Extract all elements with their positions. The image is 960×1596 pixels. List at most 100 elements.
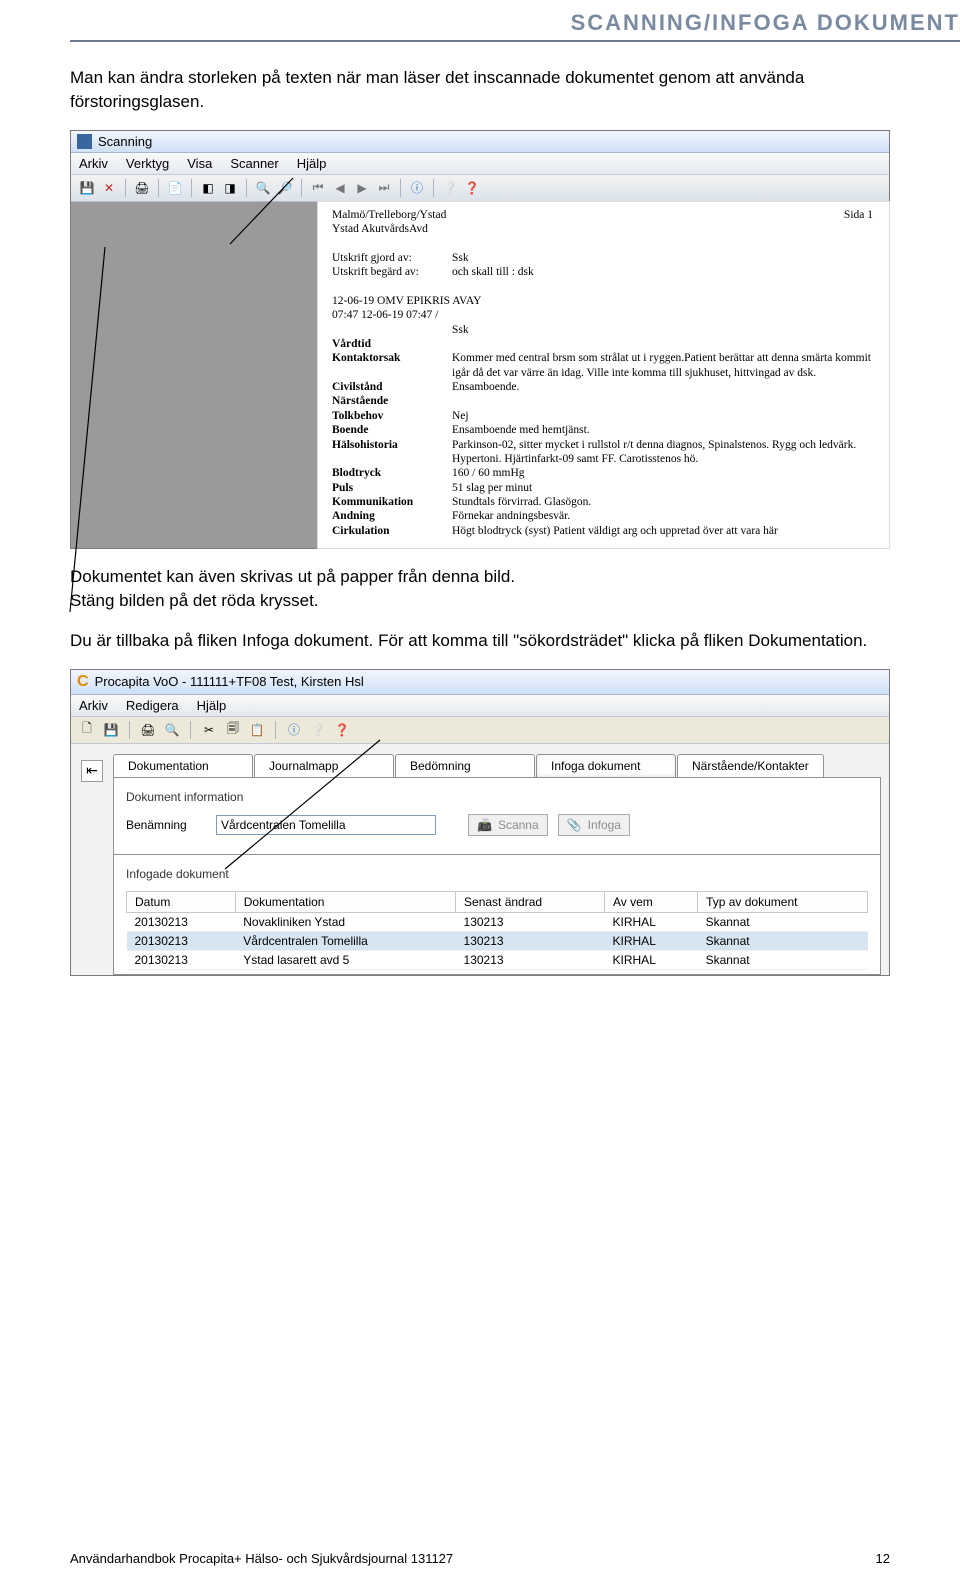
scanner-icon: 📠 xyxy=(477,818,492,832)
first-page-icon[interactable]: ⏮ xyxy=(308,178,328,198)
cut-icon[interactable]: ✂ xyxy=(199,720,219,740)
utskrift-gjord-val: Ssk xyxy=(452,251,873,265)
help-btn-icon[interactable]: ❔ xyxy=(308,720,328,740)
tool-icon-1[interactable]: ◧ xyxy=(198,178,218,198)
paste-icon[interactable]: 📋 xyxy=(247,720,267,740)
zoom-in-icon[interactable]: 🔍 xyxy=(253,178,273,198)
scanning-window: Scanning Arkiv Verktyg Visa Scanner Hjäl… xyxy=(70,130,890,550)
close-red-icon[interactable]: ✕ xyxy=(99,178,119,198)
doc-row: CirkulationHögt blodtryck (syst) Patient… xyxy=(332,524,873,538)
copy-icon[interactable]: 🗐 xyxy=(223,720,243,740)
tab-bedomning[interactable]: Bedömning xyxy=(395,754,535,777)
menu-visa[interactable]: Visa xyxy=(185,153,214,174)
doc-row-value: Ensamboende. xyxy=(452,380,873,394)
table-cell: Skannat xyxy=(698,912,868,931)
menu-redigera[interactable]: Redigera xyxy=(124,695,181,716)
doc-row-label: Blodtryck xyxy=(332,466,452,480)
last-page-icon[interactable]: ⏭ xyxy=(374,178,394,198)
info-icon[interactable]: ⓘ xyxy=(407,178,427,198)
print-icon[interactable]: 🖨 xyxy=(132,178,152,198)
menu-hjalp[interactable]: Hjälp xyxy=(295,153,329,174)
benamning-input[interactable] xyxy=(216,815,436,835)
menu-scanner[interactable]: Scanner xyxy=(228,153,280,174)
table-cell: 130213 xyxy=(456,950,605,969)
table-row[interactable]: 20130213Ystad lasarett avd 5130213KIRHAL… xyxy=(127,950,868,969)
print-icon-2[interactable]: 🖨 xyxy=(138,720,158,740)
next-page-icon[interactable]: ▶ xyxy=(352,178,372,198)
whatsthis-icon[interactable]: ❓ xyxy=(462,178,482,198)
table-header[interactable]: Dokumentation xyxy=(235,891,455,912)
footer-page-number: 12 xyxy=(876,1551,890,1566)
infoga-button[interactable]: 📎 Infoga xyxy=(558,814,630,836)
procapita-window: C Procapita VoO - 111111+TF08 Test, Kirs… xyxy=(70,669,890,976)
tab-infoga-dokument[interactable]: Infoga dokument xyxy=(536,754,676,777)
doc-row-value: Stundtals förvirrad. Glasögon. xyxy=(452,495,873,509)
scanna-label: Scanna xyxy=(498,818,539,832)
tab-narstaende[interactable]: Närstående/Kontakter xyxy=(677,754,824,777)
scan-icon[interactable]: 📄 xyxy=(165,178,185,198)
doc-row: KommunikationStundtals förvirrad. Glasög… xyxy=(332,495,873,509)
doc-row-label: Närstående xyxy=(332,394,452,408)
table-row[interactable]: 20130213Vårdcentralen Tomelilla130213KIR… xyxy=(127,931,868,950)
doc-dateline2: 07:47 12-06-19 07:47 / xyxy=(332,308,873,322)
table-cell: 130213 xyxy=(456,912,605,931)
search-icon[interactable]: 🔍 xyxy=(162,720,182,740)
menu-hjalp-2[interactable]: Hjälp xyxy=(195,695,229,716)
doc-row-value: 51 slag per minut xyxy=(452,481,873,495)
table-cell: Skannat xyxy=(698,931,868,950)
doc-row-label: Andning xyxy=(332,509,452,523)
tab-dokumentation[interactable]: Dokumentation xyxy=(113,754,253,777)
group-dokument-information: Dokument information xyxy=(126,790,868,804)
infoga-label: Infoga xyxy=(588,818,621,832)
tool-icon-2[interactable]: ◨ xyxy=(220,178,240,198)
doc-row-value: Parkinson-02, sitter mycket i rullstol r… xyxy=(452,438,873,467)
save-icon[interactable]: 💾 xyxy=(77,178,97,198)
doc-grey-strip xyxy=(71,202,318,549)
menu-arkiv[interactable]: Arkiv xyxy=(77,153,110,174)
table-cell: Novakliniken Ystad xyxy=(235,912,455,931)
doc-row: KontaktorsakKommer med central brsm som … xyxy=(332,351,873,380)
prev-page-icon[interactable]: ◀ xyxy=(330,178,350,198)
scanning-menubar: Arkiv Verktyg Visa Scanner Hjälp xyxy=(71,153,889,175)
scanning-titlebar: Scanning xyxy=(71,131,889,153)
scanning-title: Scanning xyxy=(98,134,152,149)
paragraph-4: Du är tillbaka på fliken Infoga dokument… xyxy=(70,629,890,653)
menu-verktyg[interactable]: Verktyg xyxy=(124,153,171,174)
doc-row-label: Hälsohistoria xyxy=(332,438,452,467)
zoom-out-icon[interactable]: 🔎 xyxy=(275,178,295,198)
doc-row: Blodtryck160 / 60 mmHg xyxy=(332,466,873,480)
table-header[interactable]: Av vem xyxy=(605,891,698,912)
table-header[interactable]: Datum xyxy=(127,891,236,912)
doc-row: AndningFörnekar andningsbesvär. xyxy=(332,509,873,523)
pin-icon[interactable]: ⇤ xyxy=(81,760,103,782)
tab-journalmapp[interactable]: Journalmapp xyxy=(254,754,394,777)
document-pane: Malmö/Trelleborg/Ystad Ystad AkutvårdsAv… xyxy=(71,202,889,549)
info-icon-2[interactable]: ⓘ xyxy=(284,720,304,740)
utskrift-gjord-lbl: Utskrift gjord av: xyxy=(332,251,452,265)
doc-row-value: Förnekar andningsbesvär. xyxy=(452,509,873,523)
table-cell: Vårdcentralen Tomelilla xyxy=(235,931,455,950)
help-icon[interactable]: ❔ xyxy=(440,178,460,198)
table-header[interactable]: Typ av dokument xyxy=(698,891,868,912)
new-icon[interactable]: 🗋 xyxy=(77,720,97,740)
whatsthis-icon-2[interactable]: ❓ xyxy=(332,720,352,740)
doc-row-value: Ensamboende med hemtjänst. xyxy=(452,423,873,437)
doc-info-panel: Dokument information Benämning 📠 Scanna … xyxy=(113,777,881,855)
scanna-button[interactable]: 📠 Scanna xyxy=(468,814,548,836)
save-icon-2[interactable]: 💾 xyxy=(101,720,121,740)
procapita-titlebar: C Procapita VoO - 111111+TF08 Test, Kirs… xyxy=(71,670,889,695)
procapita-menubar: Arkiv Redigera Hjälp xyxy=(71,695,889,717)
utskrift-begard-val: och skall till : dsk xyxy=(452,265,873,279)
footer-left: Användarhandbok Procapita+ Hälso- och Sj… xyxy=(70,1551,453,1566)
table-row[interactable]: 20130213Novakliniken Ystad130213KIRHALSk… xyxy=(127,912,868,931)
table-header[interactable]: Senast ändrad xyxy=(456,891,605,912)
utskrift-begard-lbl: Utskrift begärd av: xyxy=(332,265,452,279)
doc-row-value xyxy=(452,394,873,408)
menu-arkiv-2[interactable]: Arkiv xyxy=(77,695,110,716)
doc-row: HälsohistoriaParkinson-02, sitter mycket… xyxy=(332,438,873,467)
doc-row-value: Högt blodtryck (syst) Patient väldigt ar… xyxy=(452,524,873,538)
group-infogade-dokument: Infogade dokument xyxy=(126,867,868,881)
doc-row: CivilståndEnsamboende. xyxy=(332,380,873,394)
paragraph-3: Stäng bilden på det röda krysset. xyxy=(70,589,890,613)
doc-ssk2: Ssk xyxy=(332,323,873,337)
